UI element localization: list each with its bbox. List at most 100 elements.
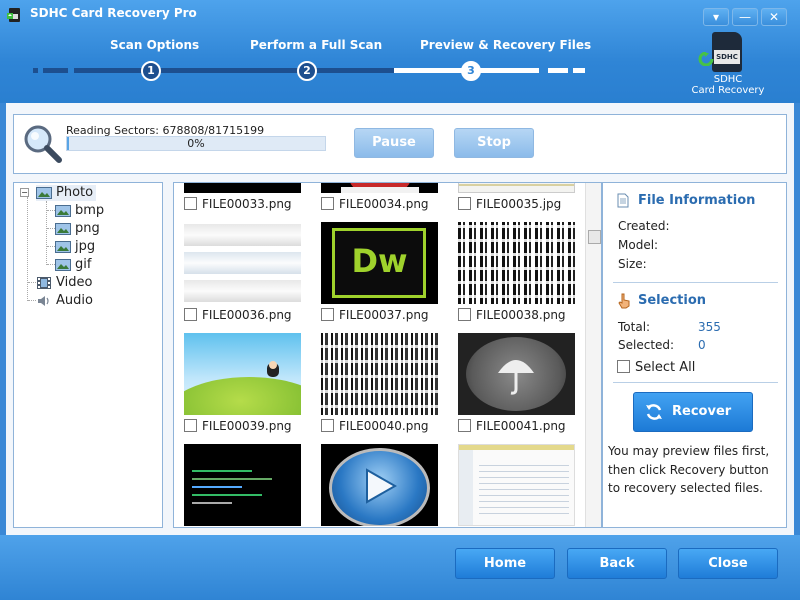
file-thumbnail[interactable]	[458, 183, 575, 193]
image-file-icon	[55, 258, 71, 271]
file-item[interactable]: FILE00036.png	[184, 307, 292, 323]
thumbnail-shape	[192, 494, 262, 496]
tree-connector	[47, 246, 55, 247]
file-name: FILE00036.png	[202, 308, 292, 322]
hand-pointer-icon	[618, 293, 630, 309]
pause-button[interactable]: Pause	[354, 128, 434, 158]
thumbnail-scrollbar[interactable]	[585, 183, 601, 527]
minimize-icon: —	[739, 10, 751, 24]
stop-button[interactable]: Stop	[454, 128, 534, 158]
select-all-label: Select All	[635, 360, 696, 375]
tree-connector	[47, 210, 55, 211]
thumbnail-shape	[479, 463, 569, 519]
file-item[interactable]: FILE00039.png	[184, 418, 292, 434]
divider	[613, 382, 778, 383]
file-thumbnail-grid: FILE00033.png FILE00034.png FILE00035.jp…	[173, 182, 602, 528]
file-thumbnail[interactable]	[184, 222, 301, 304]
tree-label-photo: Photo	[56, 185, 94, 200]
image-file-icon	[55, 204, 71, 217]
file-checkbox[interactable]	[184, 308, 197, 321]
thumbnail-shape	[458, 222, 575, 304]
tree-label-video: Video	[56, 275, 93, 290]
file-thumbnail[interactable]	[184, 444, 301, 526]
file-thumbnail[interactable]	[458, 444, 575, 526]
file-item[interactable]: FILE00037.png	[321, 307, 429, 323]
thumbnail-shape	[184, 224, 301, 246]
file-item[interactable]: FILE00038.png	[458, 307, 566, 323]
file-thumbnail[interactable]	[321, 183, 438, 193]
file-thumbnail[interactable]	[458, 222, 575, 304]
file-thumbnail[interactable]	[184, 183, 301, 193]
selected-label: Selected:	[618, 338, 675, 352]
refresh-icon	[646, 404, 662, 420]
tree-item-audio[interactable]: Audio	[36, 293, 93, 309]
tree-item-bmp[interactable]: bmp	[55, 203, 104, 219]
file-checkbox[interactable]	[458, 308, 471, 321]
file-item[interactable]: FILE00033.png	[184, 196, 292, 212]
thumbnail-shape	[192, 486, 242, 488]
photo-folder-icon	[36, 186, 52, 199]
back-button[interactable]: Back	[567, 548, 667, 579]
select-all-checkbox[interactable]	[617, 360, 630, 373]
umbrella-icon	[498, 360, 534, 395]
file-checkbox[interactable]	[321, 419, 334, 432]
divider	[613, 282, 778, 283]
footer-bar: Home Back Close	[0, 535, 800, 600]
file-checkbox[interactable]	[184, 197, 197, 210]
tree-item-photo[interactable]: Photo	[36, 185, 97, 201]
close-button[interactable]: Close	[678, 548, 778, 579]
file-checkbox[interactable]	[321, 308, 334, 321]
file-name: FILE00037.png	[339, 308, 429, 322]
tree-item-jpg[interactable]: jpg	[55, 239, 95, 255]
file-checkbox[interactable]	[458, 197, 471, 210]
scrollbar-thumb[interactable]	[588, 230, 601, 244]
file-name: FILE00038.png	[476, 308, 566, 322]
step-label-scan-options: Scan Options	[110, 38, 200, 52]
file-item[interactable]: FILE00034.png	[321, 196, 429, 212]
file-thumbnail[interactable]	[321, 333, 438, 415]
collapse-photo-toggle[interactable]: −	[20, 188, 29, 197]
file-thumbnail[interactable]	[184, 333, 301, 415]
document-icon	[617, 193, 629, 208]
main-content: Reading Sectors: 678808/81715199 0% Paus…	[6, 103, 794, 535]
magnifier-icon	[24, 125, 62, 163]
file-checkbox[interactable]	[458, 419, 471, 432]
recover-arrow-icon	[698, 52, 714, 66]
file-information-title: File Information	[638, 193, 756, 208]
step-track-segment	[43, 68, 68, 73]
step-2-indicator: 2	[297, 61, 317, 81]
tree-item-video[interactable]: Video	[36, 275, 92, 291]
brand-line-2: Card Recovery	[691, 85, 765, 96]
file-name: FILE00033.png	[202, 197, 292, 211]
tree-label-gif: gif	[75, 257, 92, 272]
film-icon	[37, 276, 51, 289]
created-label: Created:	[618, 219, 670, 233]
file-item[interactable]: FILE00035.jpg	[458, 196, 561, 212]
total-value: 355	[698, 320, 721, 334]
image-file-icon	[55, 240, 71, 253]
tree-item-png[interactable]: png	[55, 221, 100, 237]
file-checkbox[interactable]	[184, 419, 197, 432]
step-3-indicator: 3	[461, 61, 481, 81]
tree-item-gif[interactable]: gif	[55, 257, 91, 273]
minimize-button[interactable]: —	[732, 8, 758, 26]
file-name: FILE00034.png	[339, 197, 429, 211]
sd-card-label: SDHC	[714, 50, 740, 64]
file-item[interactable]: FILE00040.png	[321, 418, 429, 434]
file-thumbnail[interactable]	[321, 444, 438, 526]
thumbnail-shape	[269, 361, 277, 369]
file-info-panel: File Information Created: Model: Size: S…	[602, 182, 787, 528]
file-item[interactable]: FILE00041.png	[458, 418, 566, 434]
close-window-button[interactable]: ✕	[761, 8, 787, 26]
file-thumbnail[interactable]	[458, 333, 575, 415]
recover-button[interactable]: Recover	[633, 392, 753, 432]
menu-button[interactable]: ▾	[703, 8, 729, 26]
select-all-option[interactable]: Select All	[617, 360, 695, 375]
tree-connector	[27, 197, 28, 301]
file-thumbnail[interactable]: Dw	[321, 222, 438, 304]
file-checkbox[interactable]	[321, 197, 334, 210]
home-button[interactable]: Home	[455, 548, 555, 579]
thumbnail-shape	[192, 478, 272, 480]
brand-logo-text: SDHC Card Recovery	[690, 74, 766, 96]
step-track-segment	[33, 68, 38, 73]
